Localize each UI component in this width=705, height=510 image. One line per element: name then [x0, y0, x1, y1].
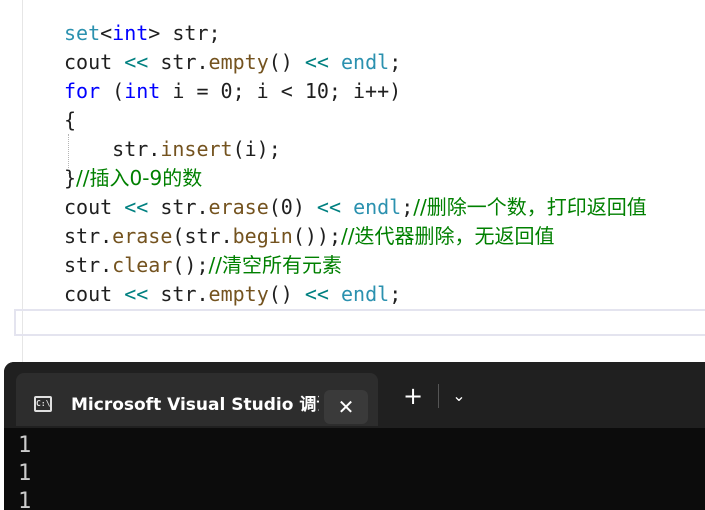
- code-token: int: [124, 79, 161, 103]
- code-comment: //清空所有元素: [208, 253, 342, 277]
- code-line[interactable]: cout << str.empty() << endl;: [64, 48, 401, 77]
- output-line: 1: [18, 433, 32, 458]
- output-line: 1: [18, 489, 32, 510]
- code-token: }: [64, 166, 77, 190]
- code-token: ());: [292, 224, 341, 248]
- tab-title: Microsoft Visual Studio 调试控制台: [71, 395, 319, 415]
- code-comment: //插入0-9的数: [76, 166, 203, 190]
- code-line[interactable]: str.erase(str.begin());//迭代器删除，无返回值: [64, 222, 554, 251]
- code-token: empty: [208, 50, 269, 74]
- code-token: .: [148, 137, 161, 161]
- code-token: endl: [341, 50, 390, 74]
- code-token: <<: [316, 195, 342, 219]
- code-token: cout: [64, 195, 125, 219]
- code-token: ;: [208, 21, 221, 45]
- code-token: {: [64, 108, 77, 132]
- gutter-divider: [22, 0, 23, 362]
- terminal-window: C:\ Microsoft Visual Studio 调试控制台 ✕ + ⌄ …: [4, 362, 705, 510]
- code-line[interactable]: cout << str.empty() << endl;: [64, 280, 401, 309]
- dropdown-chevron-icon[interactable]: ⌄: [444, 379, 474, 413]
- indent-guide: [68, 134, 69, 174]
- code-token: cout: [64, 282, 125, 306]
- code-line[interactable]: str.insert(i);: [64, 135, 281, 164]
- code-editor[interactable]: set<int> str; cout << str.empty() << endl…: [0, 0, 705, 362]
- console-icon: C:\: [34, 396, 52, 412]
- code-line[interactable]: for (int i = 0; i < 10; i++): [64, 77, 401, 106]
- code-token: <: [100, 21, 113, 45]
- code-token: begin: [232, 224, 293, 248]
- code-token: int: [112, 21, 149, 45]
- code-token: ;: [401, 195, 414, 219]
- code-token: <<: [124, 195, 149, 219]
- code-token: .: [220, 224, 233, 248]
- terminal-output[interactable]: 1 1 1: [18, 432, 31, 510]
- code-line[interactable]: {: [64, 106, 76, 135]
- code-token: str: [172, 21, 209, 45]
- code-token: str: [64, 224, 101, 248]
- code-token: (): [268, 282, 305, 306]
- code-token: .: [196, 282, 209, 306]
- code-token: empty: [208, 282, 269, 306]
- code-token: (: [172, 224, 185, 248]
- code-token: str: [160, 195, 197, 219]
- current-line-highlight: [14, 309, 705, 336]
- code-token: >: [148, 21, 173, 45]
- code-token: <<: [124, 50, 149, 74]
- code-token: .: [196, 50, 209, 74]
- code-token: <<: [124, 282, 149, 306]
- code-token: for: [64, 79, 101, 103]
- code-comment: //迭代器删除，无返回值: [341, 224, 555, 248]
- code-token: ;: [389, 50, 402, 74]
- tab-debug-console[interactable]: C:\ Microsoft Visual Studio 调试控制台 ✕: [16, 373, 378, 426]
- code-token: (): [268, 50, 305, 74]
- code-token: .: [100, 253, 113, 277]
- code-token: erase: [208, 195, 269, 219]
- terminal-titlebar: C:\ Microsoft Visual Studio 调试控制台 ✕ + ⌄: [4, 362, 705, 428]
- code-token: endl: [353, 195, 402, 219]
- code-token: <<: [304, 282, 329, 306]
- tab-divider: [438, 384, 439, 408]
- code-token: ();: [172, 253, 209, 277]
- code-comment: //删除一个数，打印返回值: [413, 195, 647, 219]
- code-token: erase: [112, 224, 173, 248]
- code-line[interactable]: }//插入0-9的数: [64, 164, 202, 193]
- code-token: str: [64, 137, 149, 161]
- code-token: (i);: [232, 137, 281, 161]
- code-token: .: [100, 224, 113, 248]
- code-line[interactable]: set<int> str;: [64, 19, 221, 48]
- code-line[interactable]: str.clear();//清空所有元素: [64, 251, 342, 280]
- code-token: str: [160, 282, 197, 306]
- code-token: endl: [341, 282, 390, 306]
- output-line: 1: [18, 461, 32, 486]
- code-token: set: [64, 21, 101, 45]
- code-token: (: [100, 79, 125, 103]
- code-token: (0): [268, 195, 317, 219]
- code-token: ;: [389, 282, 402, 306]
- close-tab-button[interactable]: ✕: [324, 390, 368, 424]
- code-token: cout: [64, 50, 125, 74]
- code-token: str: [184, 224, 221, 248]
- code-token: i = 0; i < 10; i++): [160, 79, 402, 103]
- code-token: .: [196, 195, 209, 219]
- code-token: insert: [160, 137, 233, 161]
- code-token: <<: [304, 50, 329, 74]
- code-token: str: [64, 253, 101, 277]
- code-token: clear: [112, 253, 173, 277]
- new-tab-button[interactable]: +: [396, 379, 430, 413]
- code-token: str: [160, 50, 197, 74]
- code-line[interactable]: cout << str.erase(0) << endl;//删除一个数，打印返…: [64, 193, 647, 222]
